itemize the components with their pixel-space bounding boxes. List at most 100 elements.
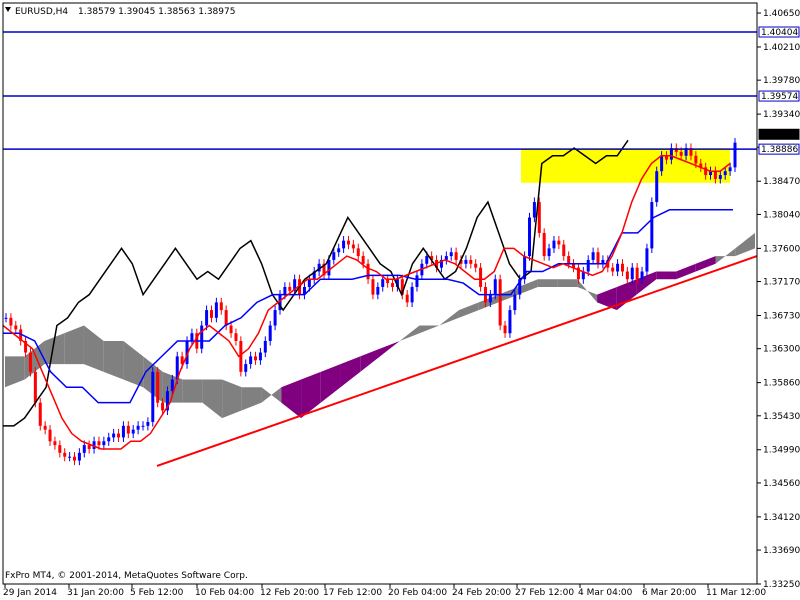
candle-body [694, 155, 698, 164]
candle-body [219, 302, 223, 311]
candle-body [586, 259, 590, 272]
candle-body [625, 271, 629, 280]
candle-body [464, 259, 468, 264]
y-tick-label: 1.39340 [763, 110, 800, 120]
candle-body [273, 310, 277, 326]
candle-body [356, 248, 360, 257]
candle-body [14, 325, 18, 330]
candle-body [410, 286, 414, 303]
candle-body [596, 252, 600, 264]
candle-body [351, 244, 355, 249]
candle-body [503, 325, 507, 334]
y-tick-label: 1.35860 [763, 379, 800, 389]
copyright-label: FxPro MT4, © 2001-2014, MetaQuotes Softw… [5, 571, 248, 581]
candle-body [635, 267, 639, 280]
level-price-label: 1.39574 [761, 92, 798, 102]
candle-body [112, 433, 116, 438]
y-tick-label: 1.39780 [763, 76, 800, 86]
candle-body [288, 286, 292, 291]
candle-body [391, 283, 395, 287]
candle-body [33, 371, 37, 403]
candle-body [161, 402, 165, 411]
candle-body [28, 352, 32, 372]
candle-body [498, 279, 502, 326]
candle-body [371, 279, 375, 295]
candle-body [307, 279, 311, 287]
candle-body [376, 286, 380, 295]
candle-body [718, 175, 722, 179]
candle-body [190, 333, 194, 341]
y-tick-label: 1.40210 [763, 43, 800, 53]
candle-body [254, 356, 258, 361]
candle-body [151, 371, 155, 422]
candle-body [493, 279, 497, 295]
highlight-rectangle[interactable] [521, 148, 730, 183]
chart-header: EURUSD,H4 1.38579 1.39045 1.38563 1.3897… [5, 7, 235, 17]
candle-body [630, 267, 634, 280]
candle-body [469, 259, 473, 264]
chart-background [0, 0, 800, 600]
candle-body [488, 294, 492, 303]
candle-body [131, 429, 135, 434]
candle-body [72, 456, 76, 461]
candle-body [381, 279, 385, 287]
x-tick-label: 5 Feb 12:00 [130, 588, 184, 598]
candle-body [224, 310, 228, 326]
kumo-segment [537, 279, 558, 287]
candle-body [136, 425, 140, 430]
candle-body [479, 267, 483, 287]
y-tick-label: 1.35430 [763, 412, 800, 422]
candle-body [38, 402, 42, 426]
x-tick-label: 12 Feb 20:00 [260, 588, 319, 598]
candle-body [214, 302, 218, 318]
highlight-zone[interactable] [521, 148, 730, 183]
candle-body [616, 263, 620, 272]
candle-body [562, 244, 566, 257]
candle-body [532, 202, 536, 218]
x-tick-label: 6 Mar 20:00 [642, 588, 697, 598]
candle-body [170, 379, 174, 392]
candle-body [205, 310, 209, 326]
x-tick-label: 29 Jan 2014 [3, 588, 57, 598]
candle-body [557, 240, 561, 245]
y-tick-label: 1.33690 [763, 546, 800, 556]
ohlc-values: 1.38579 1.39045 1.38563 1.38975 [78, 7, 235, 17]
candle-body [77, 452, 81, 461]
candle-body [552, 240, 556, 249]
candle-body [58, 445, 62, 453]
candle-body [650, 202, 654, 249]
price-chart[interactable]: 1.406501.402101.397801.393401.389101.384… [0, 0, 800, 600]
y-tick-label: 1.38040 [763, 210, 800, 220]
candle-body [342, 240, 346, 249]
y-tick-label: 1.37600 [763, 244, 800, 254]
candle-body [425, 256, 429, 264]
candle-body [87, 445, 91, 449]
candle-body [68, 456, 72, 458]
candle-body [733, 142, 737, 168]
candle-body [713, 171, 717, 179]
candle-body [728, 167, 732, 172]
x-tick-label: 31 Jan 20:00 [67, 588, 124, 598]
candle-body [591, 252, 595, 260]
candle-body [209, 310, 213, 318]
x-tick-label: 4 Mar 04:00 [578, 588, 633, 598]
candle-body [723, 171, 727, 176]
candle-body [117, 433, 121, 438]
candle-body [640, 271, 644, 280]
candle-body [200, 325, 204, 349]
candle-body [655, 171, 659, 203]
current-price-label: 1.38975 [761, 130, 798, 140]
symbol-label: EURUSD,H4 [15, 7, 68, 17]
level-price-label: 1.38886 [761, 145, 798, 155]
x-tick-label: 20 Feb 04:00 [388, 588, 447, 598]
candle-body [53, 441, 57, 446]
candle-body [679, 151, 683, 156]
candle-body [660, 155, 664, 172]
x-tick-label: 10 Feb 04:00 [195, 588, 254, 598]
candle-body [121, 425, 125, 438]
y-tick-label: 1.37170 [763, 278, 800, 288]
candle-body [537, 202, 541, 233]
candle-body [567, 256, 571, 264]
candle-body [327, 259, 331, 276]
candle-body [415, 275, 419, 287]
